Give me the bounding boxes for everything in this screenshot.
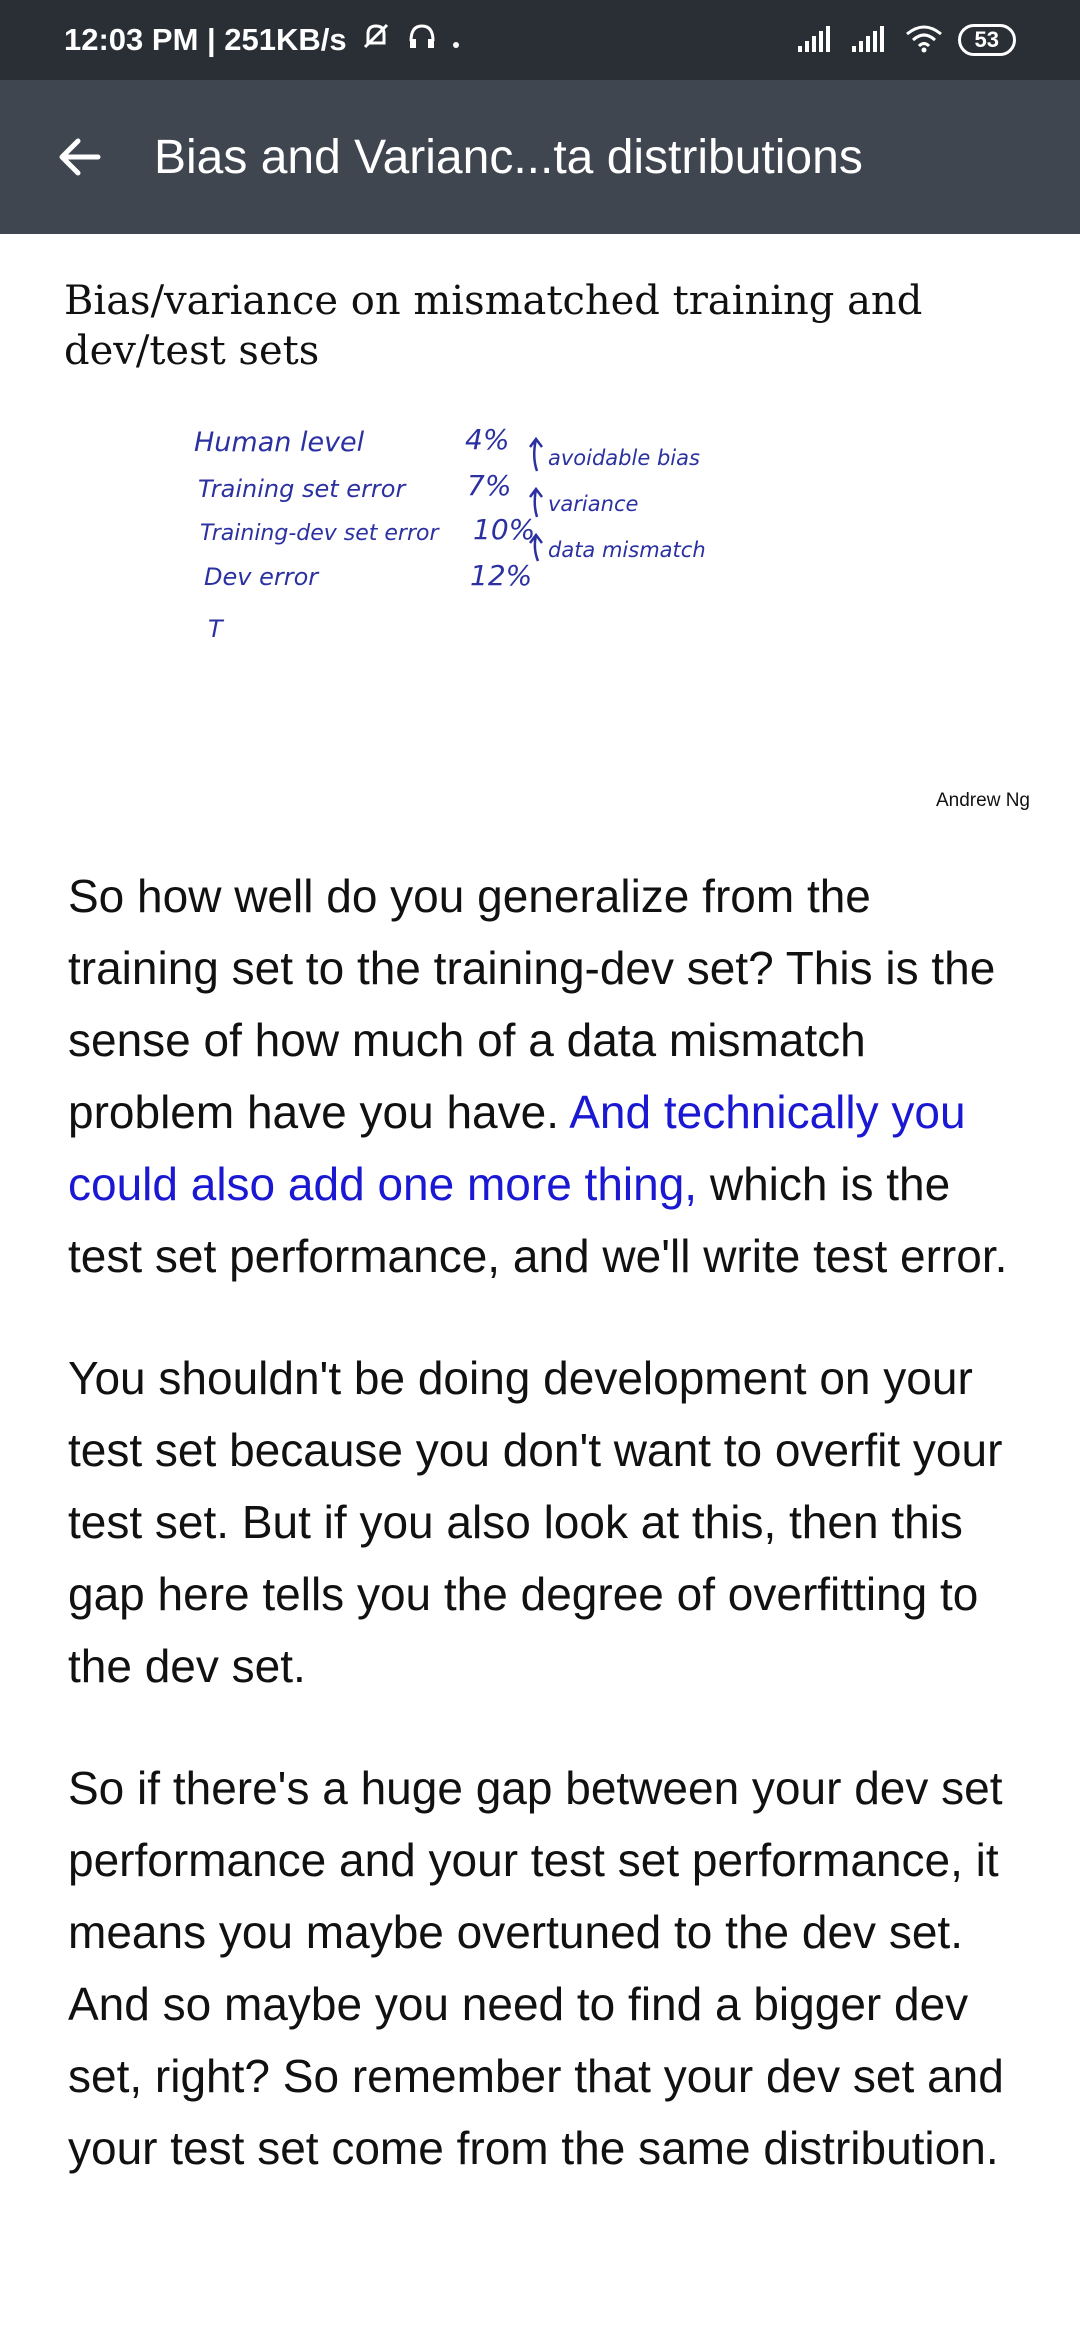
hw-label-test: T xyxy=(208,615,225,643)
status-time-speed: 12:03 PM | 251KB/s xyxy=(64,22,347,57)
lecture-slide: Bias/variance on mismatched training and… xyxy=(0,234,1080,824)
mute-icon xyxy=(359,19,393,61)
app-bar: Bias and Varianc...ta distributions xyxy=(0,80,1080,234)
hw-gap-variance: variance xyxy=(548,492,638,516)
signal-icon-1 xyxy=(796,24,836,57)
hw-gap-avoidable-bias: avoidable bias xyxy=(548,446,700,470)
arrow-left-icon xyxy=(59,138,101,176)
wifi-icon xyxy=(904,23,944,58)
slide-title: Bias/variance on mismatched training and… xyxy=(64,278,923,374)
hw-value-human-level: 4% xyxy=(465,423,509,456)
status-bar: 12:03 PM | 251KB/s 53 xyxy=(0,0,1080,80)
hw-label-training-error: Training set error xyxy=(198,475,407,503)
hw-label-dev-error: Dev error xyxy=(204,563,320,591)
back-button[interactable] xyxy=(42,121,114,193)
hw-label-training-dev-error: Training-dev set error xyxy=(200,521,440,546)
slide-credit: Andrew Ng xyxy=(936,790,1030,811)
handwritten-notes: Human level Training set error Training-… xyxy=(194,423,706,643)
hw-label-human-level: Human level xyxy=(194,427,365,458)
signal-icon-2 xyxy=(850,24,890,57)
hw-value-training-error: 7% xyxy=(467,469,511,502)
hw-value-dev-error: 12% xyxy=(470,559,532,592)
transcript-paragraph-3[interactable]: So if there's a huge gap between your de… xyxy=(68,1752,1028,2184)
battery-indicator: 53 xyxy=(957,24,1016,56)
hw-gap-data-mismatch: data mismatch xyxy=(548,538,706,562)
hw-value-training-dev-error: 10% xyxy=(473,513,535,546)
page-title: Bias and Varianc...ta distributions xyxy=(154,130,863,184)
notification-dot-icon xyxy=(451,22,461,58)
transcript-paragraph-2[interactable]: You shouldn't be doing development on yo… xyxy=(68,1342,1028,1702)
transcript-paragraph-1: So how well do you generalize from the t… xyxy=(68,860,1028,1292)
transcript: So how well do you generalize from the t… xyxy=(68,860,1028,2234)
headphones-icon xyxy=(405,19,439,61)
